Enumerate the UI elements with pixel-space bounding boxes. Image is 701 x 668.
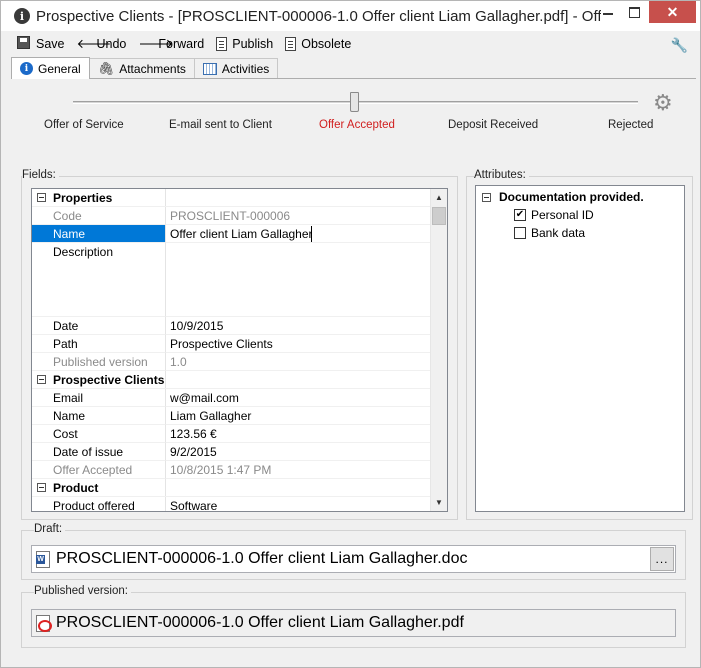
save-button[interactable]: Save (16, 36, 65, 52)
draft-file-name: PROSCLIENT-000006-1.0 Offer client Liam … (56, 550, 468, 567)
wrench-icon[interactable]: 🔧 (671, 37, 688, 54)
published-file-field[interactable]: PROSCLIENT-000006-1.0 Offer client Liam … (31, 609, 676, 637)
checkbox-unchecked-icon[interactable] (514, 227, 526, 239)
grid-row-code[interactable]: Code PROSCLIENT-000006 (32, 207, 432, 225)
grid-row-client-name[interactable]: Name Liam Gallagher (32, 407, 432, 425)
forward-label: Forward (158, 37, 205, 51)
collapse-icon[interactable] (37, 193, 46, 202)
collapse-icon[interactable] (482, 192, 491, 202)
undo-button[interactable]: 🡐 Undo (77, 36, 127, 52)
document-icon (216, 37, 228, 51)
property-grid[interactable]: Properties Code PROSCLIENT-000006 Name D… (31, 188, 448, 512)
fields-label: Fields: (22, 169, 59, 181)
word-document-icon (36, 550, 50, 568)
grid-row-description[interactable]: Description (32, 243, 432, 317)
obsolete-button[interactable]: Obsolete (285, 37, 351, 51)
info-icon: i (14, 8, 30, 24)
workflow-slider-thumb[interactable] (350, 92, 359, 112)
stage-rejected[interactable]: Rejected (608, 119, 653, 131)
tab-general[interactable]: i General (11, 57, 90, 79)
category-properties[interactable]: Properties (32, 189, 432, 207)
name-input[interactable] (170, 225, 312, 242)
grid-row-published-version[interactable]: Published version 1.0 (32, 353, 432, 371)
grid-row-path[interactable]: Path Prospective Clients (32, 335, 432, 353)
collapse-icon[interactable] (37, 375, 46, 384)
tab-activities-label: Activities (221, 62, 270, 76)
attribute-personal-id[interactable]: ✔ Personal ID (514, 208, 594, 222)
tab-attachments[interactable]: 🖇 Attachments (88, 58, 195, 79)
title-bar: i Prospective Clients - [PROSCLIENT-0000… (1, 1, 700, 31)
checkbox-checked-icon[interactable]: ✔ (514, 209, 526, 221)
grid-row-email[interactable]: Email w@mail.com (32, 389, 432, 407)
stage-offer-accepted[interactable]: Offer Accepted (319, 119, 395, 131)
document-obsolete-icon (285, 37, 297, 51)
stage-offer-of-service[interactable]: Offer of Service (44, 119, 124, 131)
attributes-tree[interactable]: Documentation provided. ✔ Personal ID Ba… (475, 185, 685, 512)
undo-label: Undo (96, 37, 127, 51)
stage-email-sent[interactable]: E-mail sent to Client (169, 119, 272, 131)
draft-label: Draft: (34, 523, 66, 535)
pdf-document-icon (36, 614, 52, 632)
attributes-label: Attributes: (474, 169, 529, 181)
arrow-right-icon: 🡒 (138, 36, 174, 51)
scroll-up-icon[interactable]: ▲ (431, 189, 447, 206)
published-label: Published version: (34, 585, 131, 597)
gear-icon[interactable]: ⚙ (653, 92, 673, 114)
info-icon: i (20, 62, 33, 75)
app-window: i Prospective Clients - [PROSCLIENT-0000… (0, 0, 701, 668)
stage-deposit-received[interactable]: Deposit Received (448, 119, 538, 131)
published-file-name: PROSCLIENT-000006-1.0 Offer client Liam … (56, 614, 464, 631)
tab-attachments-label: Attachments (119, 62, 186, 76)
minimize-button[interactable] (595, 1, 621, 23)
obsolete-label: Obsolete (301, 37, 352, 51)
tab-general-label: General (38, 61, 81, 76)
browse-button[interactable]: ... (650, 547, 674, 571)
grid-row-date[interactable]: Date 10/9/2015 (32, 317, 432, 335)
publish-button[interactable]: Publish (216, 37, 273, 51)
attribute-category[interactable]: Documentation provided. (482, 190, 644, 204)
grid-row-name[interactable]: Name (32, 225, 432, 243)
grid-row-cost[interactable]: Cost 123.56 € (32, 425, 432, 443)
forward-button[interactable]: 🡒 Forward (138, 36, 204, 52)
close-button[interactable]: ✕ (649, 1, 696, 23)
paperclip-icon: 🖇 (97, 61, 115, 76)
general-tab-panel: ⚙ Offer of Service E-mail sent to Client… (11, 78, 696, 663)
scroll-down-icon[interactable]: ▼ (431, 494, 447, 511)
tab-strip: i General 🖇 Attachments Activities (11, 57, 279, 79)
vertical-scrollbar[interactable]: ▲ ▼ (430, 189, 447, 511)
calendar-icon (202, 63, 217, 75)
maximize-button[interactable] (621, 1, 647, 23)
tab-activities[interactable]: Activities (193, 58, 279, 79)
collapse-icon[interactable] (37, 483, 46, 492)
floppy-disk-icon (16, 36, 31, 52)
category-prospective-clients[interactable]: Prospective Clients (32, 371, 432, 389)
save-label: Save (36, 37, 65, 51)
grid-row-date-of-issue[interactable]: Date of issue 9/2/2015 (32, 443, 432, 461)
draft-file-field[interactable]: PROSCLIENT-000006-1.0 Offer client Liam … (31, 545, 676, 573)
arrow-left-icon: 🡐 (76, 36, 112, 51)
toolbar: Save 🡐 Undo 🡒 Forward Publish Obsolete 🔧 (1, 33, 700, 55)
attribute-bank-data[interactable]: Bank data (514, 226, 585, 240)
grid-row-offer-accepted[interactable]: Offer Accepted 10/8/2015 1:47 PM (32, 461, 432, 479)
window-title: Prospective Clients - [PROSCLIENT-000006… (36, 7, 601, 25)
publish-label: Publish (232, 37, 274, 51)
scroll-thumb[interactable] (432, 207, 446, 225)
grid-row-product-offered[interactable]: Product offered Software (32, 497, 432, 511)
category-product[interactable]: Product (32, 479, 432, 497)
